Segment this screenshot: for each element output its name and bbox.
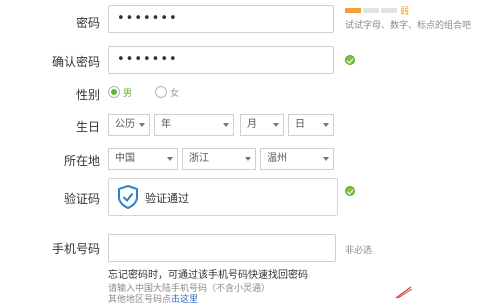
shield-check-icon — [117, 184, 139, 210]
chevron-down-icon — [245, 157, 251, 161]
chevron-down-icon — [167, 157, 173, 161]
phone-tip: 忘记密码时，可通过该手机号码快速找回密码 — [108, 270, 308, 281]
location-province-value: 浙江 — [189, 153, 209, 164]
password-field[interactable]: ••••••• — [108, 5, 334, 33]
birthday-label: 生日 — [75, 120, 100, 134]
location-province-select[interactable]: 浙江 — [182, 148, 256, 170]
phone-other-region-note: 其他地区号码点击这里 — [108, 292, 198, 305]
captcha-status: 验证通过 — [145, 192, 189, 205]
phone-other-region-prefix: 其他地区号码点 — [108, 295, 172, 305]
birthday-year-select[interactable]: 年 — [154, 114, 234, 136]
chevron-down-icon — [139, 123, 145, 127]
phone-optional-label: 非必选 — [345, 246, 373, 256]
captcha-box[interactable]: 验证通过 — [108, 178, 338, 216]
phone-input[interactable] — [108, 234, 336, 262]
location-label: 所在地 — [63, 154, 100, 168]
gender-male-label: 男 — [123, 89, 133, 99]
password-hint: 试试字母、数字、标点的组合吧 — [345, 21, 472, 31]
location-country-value: 中国 — [115, 153, 135, 164]
birthday-month-select[interactable]: 月 — [240, 114, 284, 136]
confirm-password-field[interactable]: ••••••• — [108, 46, 334, 74]
birthday-calendar-value: 公历 — [115, 119, 135, 130]
birthday-day-select[interactable]: 日 — [288, 114, 334, 136]
gender-label: 性别 — [75, 88, 100, 102]
password-strength-meter — [345, 8, 397, 14]
annotation-mark — [395, 284, 413, 299]
gender-male-radio[interactable] — [108, 86, 120, 98]
gender-female-label: 女 — [170, 89, 180, 99]
chevron-down-icon — [223, 123, 229, 127]
birthday-year-value: 年 — [161, 119, 171, 130]
birthday-day-value: 日 — [295, 119, 305, 130]
password-strength-label: 弱 — [400, 7, 410, 17]
chevron-down-icon — [323, 157, 329, 161]
chevron-down-icon — [273, 123, 279, 127]
phone-label: 手机号码 — [51, 242, 100, 256]
location-city-value: 温州 — [267, 153, 287, 164]
captcha-check-icon — [345, 186, 355, 196]
password-label: 密码 — [75, 16, 100, 30]
location-city-select[interactable]: 温州 — [260, 148, 334, 170]
gender-female-radio[interactable] — [155, 86, 167, 98]
confirm-password-label: 确认密码 — [51, 55, 100, 69]
location-country-select[interactable]: 中国 — [108, 148, 178, 170]
birthday-calendar-select[interactable]: 公历 — [108, 114, 150, 136]
phone-other-region-link[interactable]: 击这里 — [171, 295, 198, 305]
chevron-down-icon — [323, 123, 329, 127]
confirm-password-check-icon — [345, 55, 355, 65]
captcha-label: 验证码 — [63, 192, 100, 206]
birthday-month-value: 月 — [247, 119, 257, 130]
